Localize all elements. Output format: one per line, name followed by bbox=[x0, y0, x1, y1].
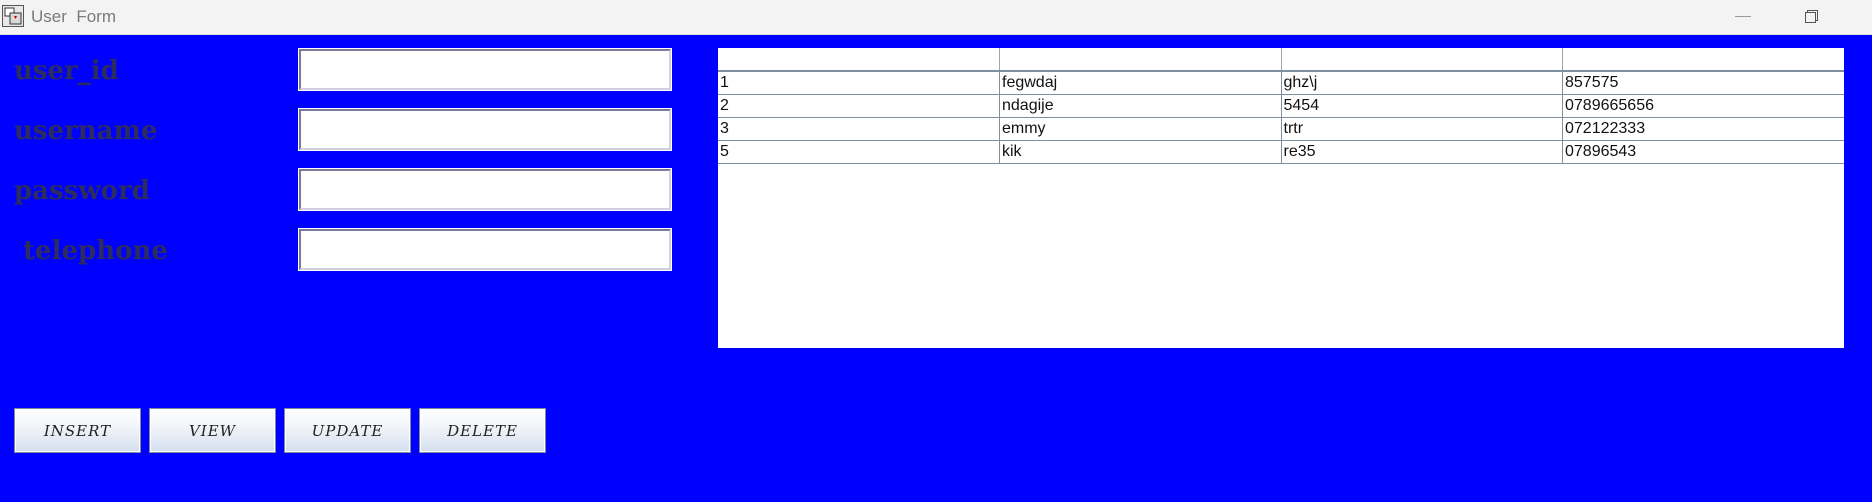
minimize-icon bbox=[1735, 16, 1751, 17]
table-header-row bbox=[718, 48, 1844, 72]
table-cell[interactable]: kik bbox=[999, 140, 1282, 164]
table-cell[interactable]: 0789665656 bbox=[1562, 94, 1844, 118]
table-cell[interactable]: emmy bbox=[999, 117, 1282, 141]
table-cell[interactable]: 1 bbox=[718, 71, 1000, 95]
table-cell[interactable]: 5454 bbox=[1281, 94, 1563, 118]
telephone-label: telephone bbox=[14, 236, 168, 266]
username-field[interactable] bbox=[298, 108, 672, 151]
delete-button[interactable]: DELETE bbox=[419, 408, 546, 453]
table-cell[interactable]: 072122333 bbox=[1562, 117, 1844, 141]
java-app-icon bbox=[2, 5, 24, 27]
password-label: password bbox=[14, 176, 150, 206]
table-cell[interactable]: 07896543 bbox=[1562, 140, 1844, 164]
table-cell[interactable]: 5 bbox=[718, 140, 1000, 164]
table-cell[interactable]: ndagije bbox=[999, 94, 1282, 118]
column-header[interactable] bbox=[1281, 48, 1563, 72]
table-row[interactable]: 3 emmy trtr 072122333 bbox=[718, 117, 1844, 141]
minimize-button[interactable] bbox=[1720, 0, 1766, 34]
column-header[interactable] bbox=[999, 48, 1282, 72]
table-cell[interactable]: 857575 bbox=[1562, 71, 1844, 95]
table-cell[interactable]: trtr bbox=[1281, 117, 1563, 141]
table-row[interactable]: 5 kik re35 07896543 bbox=[718, 140, 1844, 164]
table-cell[interactable]: 2 bbox=[718, 94, 1000, 118]
table-row[interactable]: 1 fegwdaj ghz\j 857575 bbox=[718, 71, 1844, 95]
telephone-field[interactable] bbox=[298, 228, 672, 271]
username-label: username bbox=[14, 116, 158, 146]
user-id-field[interactable] bbox=[298, 48, 672, 91]
users-table-panel[interactable]: 1 fegwdaj ghz\j 857575 2 ndagije 5454 07… bbox=[718, 48, 1844, 348]
restore-button[interactable] bbox=[1788, 0, 1834, 34]
update-button[interactable]: UPDATE bbox=[284, 408, 411, 453]
column-header[interactable] bbox=[1562, 48, 1844, 72]
table-cell[interactable]: ghz\j bbox=[1281, 71, 1563, 95]
view-button[interactable]: VIEW bbox=[149, 408, 276, 453]
column-header[interactable] bbox=[718, 48, 1000, 72]
password-field[interactable] bbox=[298, 168, 672, 211]
table-cell[interactable]: fegwdaj bbox=[999, 71, 1282, 95]
table-row[interactable]: 2 ndagije 5454 0789665656 bbox=[718, 94, 1844, 118]
window-title: User Form bbox=[31, 7, 116, 26]
users-table[interactable]: 1 fegwdaj ghz\j 857575 2 ndagije 5454 07… bbox=[718, 48, 1844, 164]
table-cell[interactable]: 3 bbox=[718, 117, 1000, 141]
insert-button[interactable]: INSERT bbox=[14, 408, 141, 453]
table-cell[interactable]: re35 bbox=[1281, 140, 1563, 164]
restore-icon bbox=[1805, 10, 1818, 23]
title-bar: User Form bbox=[0, 0, 1872, 35]
user-id-label: user_id bbox=[14, 56, 119, 86]
